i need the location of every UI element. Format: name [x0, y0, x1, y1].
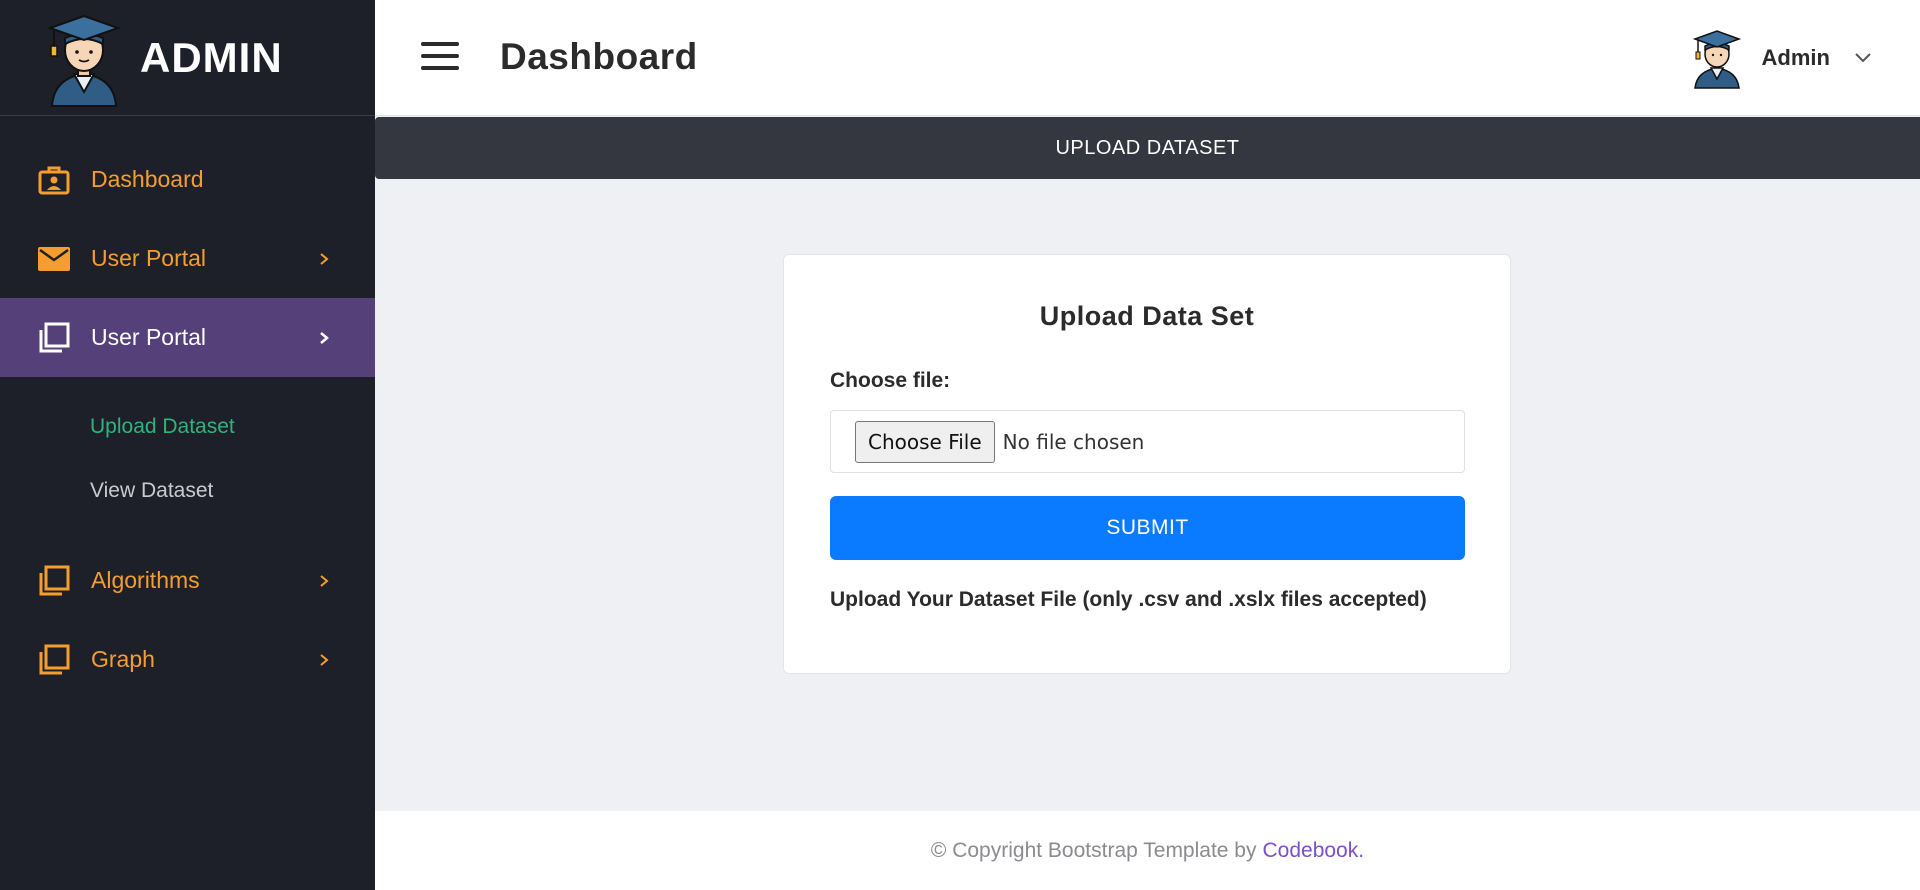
hamburger-menu-icon[interactable]	[421, 42, 459, 72]
sidebar-item-user-portal-mail[interactable]: User Portal	[0, 219, 375, 298]
user-name: Admin	[1761, 45, 1830, 70]
upload-help-text: Upload Your Dataset File (only .csv and …	[830, 588, 1427, 611]
brand[interactable]: ADMIN	[0, 0, 375, 116]
envelope-icon	[37, 242, 71, 276]
chevron-right-icon	[320, 653, 329, 666]
file-field-label: Choose file:	[830, 369, 951, 392]
chevron-right-icon	[320, 574, 329, 587]
sidebar-item-graph[interactable]: Graph	[0, 620, 375, 699]
footer: © Copyright Bootstrap Template by Codebo…	[375, 811, 1920, 890]
sidebar-item-label: Algorithms	[91, 567, 200, 593]
user-avatar-icon	[1692, 30, 1741, 89]
submit-button[interactable]: SUBMIT	[830, 496, 1465, 560]
copy-icon	[37, 321, 71, 355]
brand-name: ADMIN	[140, 33, 283, 81]
footer-copyright-text: © Copyright Bootstrap Template by	[930, 838, 1257, 862]
sidebar-item-label: Dashboard	[91, 166, 204, 192]
section-header: UPLOAD DATASET	[375, 117, 1920, 179]
chevron-down-icon	[1855, 53, 1871, 63]
page-title: Dashboard	[500, 36, 698, 77]
card-title: Upload Data Set	[1039, 301, 1255, 331]
footer-link-codebook[interactable]: Codebook	[1263, 839, 1359, 863]
file-input[interactable]: Choose File No file chosen	[830, 410, 1465, 473]
sidebar-subitem-upload-dataset[interactable]: Upload Dataset	[0, 395, 375, 459]
chevron-right-icon	[320, 252, 329, 265]
copy-icon	[37, 564, 71, 598]
file-status-text: No file chosen	[1002, 429, 1145, 454]
topbar: Dashboard Admin	[375, 0, 1920, 116]
sidebar-item-algorithms[interactable]: Algorithms	[0, 541, 375, 620]
chevron-right-icon	[320, 331, 329, 344]
sidebar: ADMIN Dashboard User Portal User Portal …	[0, 0, 375, 890]
choose-file-button[interactable]: Choose File	[855, 420, 995, 463]
copy-icon	[37, 643, 71, 677]
sidebar-subnav: Upload Dataset View Dataset	[0, 377, 375, 541]
upload-card: Upload Data Set Choose file: Choose File…	[783, 254, 1511, 674]
sidebar-item-label: User Portal	[91, 245, 207, 271]
sidebar-item-user-portal[interactable]: User Portal	[0, 298, 375, 377]
footer-suffix: .	[1358, 838, 1365, 862]
sidebar-subitem-view-dataset[interactable]: View Dataset	[0, 459, 375, 523]
briefcase-id-icon	[37, 163, 71, 197]
user-menu[interactable]: Admin	[1690, 26, 1872, 90]
sidebar-nav: Dashboard User Portal User Portal Upload…	[0, 140, 375, 699]
sidebar-item-label: User Portal	[91, 324, 207, 350]
sidebar-item-label: Graph	[91, 646, 155, 672]
graduate-avatar-logo	[46, 14, 122, 107]
sidebar-item-dashboard[interactable]: Dashboard	[0, 140, 375, 219]
